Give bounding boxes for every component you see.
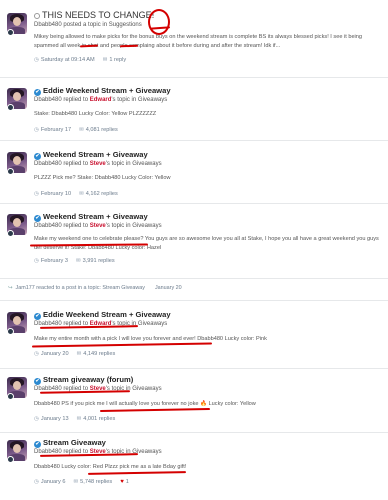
divider	[0, 77, 388, 78]
reply-count[interactable]: 3,991 replies	[83, 258, 115, 264]
author-link[interactable]: Dbabb480	[34, 22, 62, 28]
clock-icon: ◷	[34, 258, 39, 264]
post-snippet: Mikey being allowed to make picks for th…	[34, 34, 363, 49]
comment-icon: ✉	[76, 415, 82, 422]
comment-icon: ✉	[102, 57, 108, 63]
clock-icon: ◷	[34, 478, 39, 485]
post-date[interactable]: Saturday at 09:14 AM	[41, 57, 95, 63]
reply-count[interactable]: 4,149 replies	[83, 351, 115, 357]
author-link[interactable]: Dbabb480	[34, 97, 62, 103]
check-icon: ✔	[34, 441, 41, 448]
reply-count[interactable]: 5,748 replies	[80, 479, 112, 485]
annotation-circle	[148, 9, 170, 35]
activity-date: January 20	[154, 285, 182, 291]
topic-title[interactable]: ✔ Stream giveaway (forum)	[34, 375, 384, 385]
divider	[0, 300, 388, 301]
clock-icon: ◷	[34, 415, 39, 422]
post-snippet: Dbabb480 Lucky color: Red Plzzz pick me …	[34, 464, 187, 470]
divider	[0, 278, 388, 279]
post-date[interactable]: February 3	[41, 258, 68, 264]
check-icon: ✔	[34, 215, 41, 222]
post-snippet: PLZZZ Pick me? Stake: Dbabb480 Lucky Col…	[34, 175, 171, 181]
comment-icon: ✉	[79, 190, 84, 197]
author-link[interactable]: Dbabb480	[34, 161, 62, 167]
item-footer: ◷ January 6 ✉ 5,748 replies ♥ 1	[34, 478, 384, 487]
check-icon: ✔	[34, 153, 41, 160]
item-footer: ◷ February 10 ✉ 4,162 replies	[34, 190, 384, 199]
item-footer: ◷ February 17 ✉ 4,081 replies	[34, 126, 384, 135]
post-date[interactable]: January 13	[41, 416, 69, 422]
comment-icon: ✉	[76, 350, 82, 357]
item-meta: Dbabb480 replied to Steve's topic in Giv…	[34, 161, 162, 167]
author-link[interactable]: Dbabb480	[34, 223, 62, 229]
unread-dot-icon	[34, 13, 40, 19]
reply-count[interactable]: 4,162 replies	[86, 191, 118, 197]
divider	[0, 368, 388, 369]
badge-icon	[7, 168, 14, 175]
clock-icon: ◷	[34, 126, 39, 133]
divider	[0, 140, 388, 141]
clock-icon: ◷	[34, 57, 39, 63]
clock-icon: ◷	[34, 350, 39, 357]
item-footer: ◷ January 13 ✉ 4,001 replies	[34, 415, 384, 424]
reply-count[interactable]: 4,081 replies	[86, 127, 118, 133]
clock-icon: ◷	[34, 190, 39, 197]
topic-owner-link[interactable]: Edward	[90, 97, 112, 103]
forum-link[interactable]: Suggestions	[109, 22, 142, 28]
heart-icon[interactable]: ♥	[120, 479, 124, 485]
badge-icon	[7, 230, 14, 237]
item-footer: ◷ January 20 ✉ 4,149 replies	[34, 350, 384, 359]
comment-icon: ✉	[75, 258, 81, 264]
badge-icon	[7, 29, 14, 36]
post-date[interactable]: January 20	[41, 351, 69, 357]
check-icon: ✔	[34, 89, 41, 96]
divider	[0, 203, 388, 204]
badge-icon	[7, 104, 14, 111]
reply-count[interactable]: 1 reply	[109, 57, 126, 63]
item-meta: Dbabb480 replied to Edward's topic in Gi…	[34, 97, 168, 103]
topic-owner-link[interactable]: Steve	[90, 223, 106, 229]
topic-title[interactable]: ✔ Eddie Weekend Stream + Giveaway	[34, 310, 384, 320]
comment-icon: ✉	[73, 478, 79, 485]
item-meta: Dbabb480 replied to Steve's topic in Giv…	[34, 223, 162, 229]
post-date[interactable]: January 6	[41, 479, 66, 485]
post-snippet: Stake: Dbabb480 Lucky Color: Yellow PLZZ…	[34, 111, 157, 117]
item-footer: ◷ February 3 ✉ 3,991 replies	[34, 257, 384, 266]
topic-title[interactable]: ✔ Stream Giveaway	[34, 438, 384, 448]
topic-title[interactable]: ✔ Weekend Stream + Giveaway	[34, 212, 384, 222]
activity-text[interactable]: Jam177 reacted to a post in a topic: Str…	[16, 285, 145, 291]
topic-title[interactable]: THIS NEEDS TO CHANGE!	[34, 10, 384, 20]
reply-arrow-icon: ↪	[8, 285, 13, 291]
item-footer: ◷ Saturday at 09:14 AM ✉ 1 reply	[34, 56, 384, 65]
topic-owner-link[interactable]: Steve	[90, 161, 106, 167]
comment-icon: ✉	[79, 126, 84, 133]
reply-count[interactable]: 4,001 replies	[83, 416, 115, 422]
topic-title[interactable]: ✔ Weekend Stream + Giveaway	[34, 150, 384, 160]
post-date[interactable]: February 10	[41, 191, 71, 197]
divider	[0, 432, 388, 433]
item-meta: Dbabb480 posted a topic in Suggestions	[34, 22, 142, 28]
activity-row: ↪ Jam177 reacted to a post in a topic: St…	[8, 285, 182, 291]
topic-title[interactable]: ✔ Eddie Weekend Stream + Giveaway	[34, 86, 384, 96]
badge-icon	[7, 456, 14, 463]
check-icon: ✔	[34, 313, 41, 320]
check-icon: ✔	[34, 378, 41, 385]
badge-icon	[7, 393, 14, 400]
like-count: 1	[125, 478, 129, 485]
post-date[interactable]: February 17	[41, 127, 71, 133]
badge-icon	[7, 328, 14, 335]
